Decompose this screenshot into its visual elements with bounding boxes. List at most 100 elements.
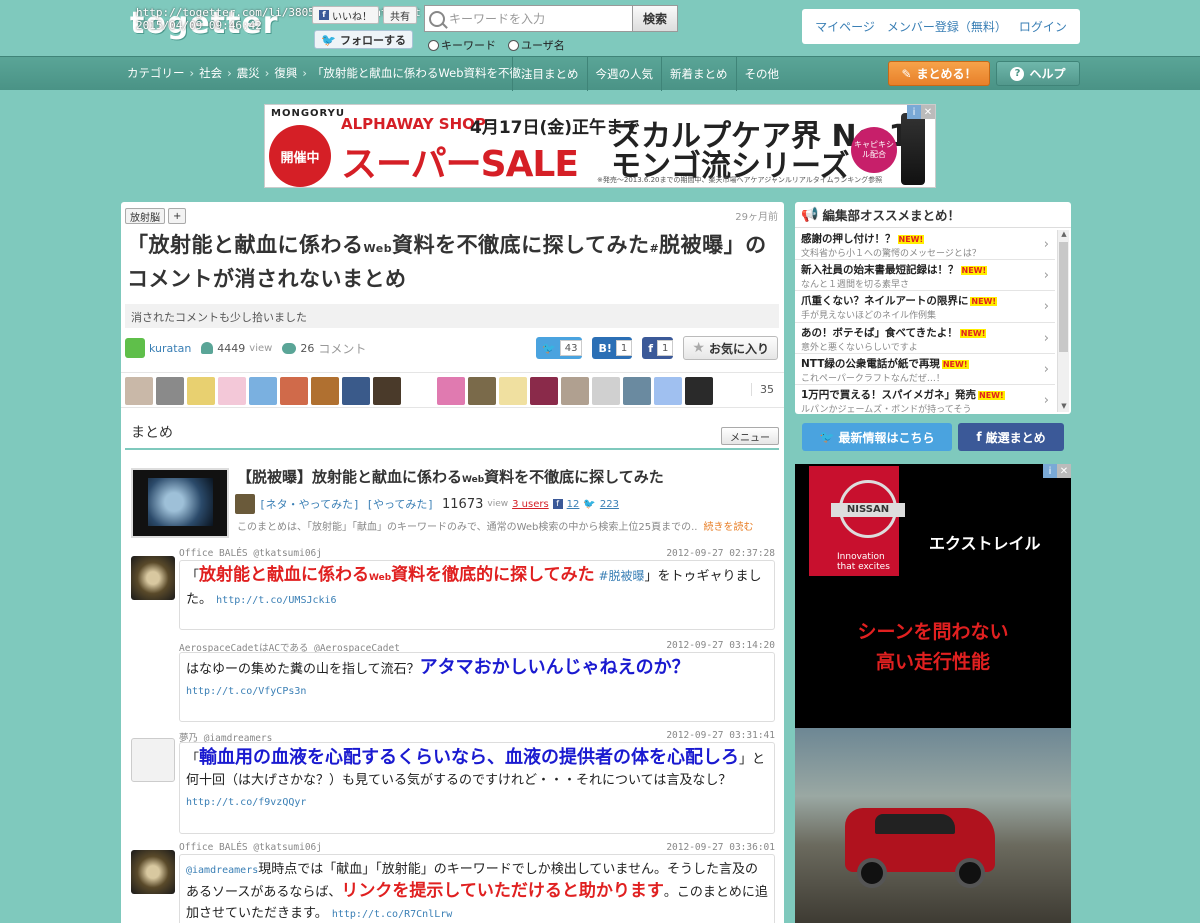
pencil-icon: ✎	[901, 66, 912, 81]
fav-user-avatar[interactable]	[685, 377, 713, 405]
tweet-mention[interactable]: @iamdreamers	[186, 865, 258, 876]
star-icon: ★	[692, 340, 705, 356]
sidebar-social-buttons: 🐦 最新情報はこちら f 厳選まとめ	[802, 423, 1064, 451]
reco-item[interactable]: 新入社員の始末書最短記録は！？ NEW! なんと１週間を切る素早さ ›	[795, 260, 1055, 292]
reco-item[interactable]: 感謝の押し付け！？ NEW! 文科省から小１への驚愕のメッセージとは？ ›	[795, 229, 1055, 261]
new-badge: NEW!	[978, 390, 1005, 400]
tweet-user[interactable]: Office BALÉS @tkatsumi06j	[179, 548, 322, 559]
fav-user-avatar[interactable]	[373, 377, 401, 405]
share-buttons: 🐦 43 B! 1 f1 ★ お気に入り	[536, 336, 778, 360]
fb-share-button[interactable]: 共有	[383, 6, 417, 24]
radio-keyword[interactable]: キーワード	[428, 37, 496, 53]
help-button[interactable]: ? ヘルプ	[996, 61, 1080, 86]
scroll-thumb[interactable]	[1059, 242, 1068, 352]
hatena-icon: B!	[598, 341, 612, 355]
fav-user-avatar[interactable]	[280, 377, 308, 405]
fav-user-avatar[interactable]	[468, 377, 496, 405]
fav-user-avatar[interactable]	[654, 377, 682, 405]
tweet-link[interactable]: http://t.co/f9vzQQyr	[186, 797, 306, 808]
scroll-down-icon[interactable]: ▼	[1058, 402, 1070, 412]
fav-user-avatar[interactable]	[623, 377, 651, 405]
fav-user-avatar[interactable]	[156, 377, 184, 405]
matome-users[interactable]: 3 users	[512, 499, 549, 510]
fav-user-avatar[interactable]	[311, 377, 339, 405]
tweet-user[interactable]: Office BALÉS @tkatsumi06j	[179, 842, 322, 853]
ad-choices[interactable]: i ✕	[1043, 464, 1071, 478]
matome-thumbnail	[131, 468, 229, 538]
tweet-time[interactable]: 2012-09-27 03:36:01	[666, 842, 775, 853]
chevron-right-icon: ›	[1043, 330, 1049, 346]
matome-tags[interactable]: [ネタ・やってみた] [やってみた]	[259, 496, 434, 512]
tweet-avatar[interactable]	[131, 556, 175, 600]
tweet-time[interactable]: 2012-09-27 02:37:28	[666, 548, 775, 559]
breadcrumb-society[interactable]: 社会	[199, 65, 222, 81]
fav-user-avatar[interactable]	[561, 377, 589, 405]
ad-shop: ALPHAWAY SHOP	[341, 115, 486, 133]
author-name[interactable]: kuratan	[149, 342, 191, 355]
menu-button[interactable]: メニュー	[721, 427, 779, 445]
author-avatar[interactable]	[125, 338, 145, 358]
nav-featured[interactable]: 注目まとめ	[512, 57, 587, 91]
breadcrumb-disaster[interactable]: 震災	[237, 65, 260, 81]
ad-badge: キャピキシル配合	[851, 127, 897, 173]
article-description: 消されたコメントも少し拾いました	[125, 304, 779, 328]
section-header: まとめ メニュー	[125, 418, 779, 450]
nav-other[interactable]: その他	[735, 57, 788, 91]
reco-scrollbar[interactable]: ▲ ▼	[1057, 230, 1069, 412]
facebook-curated-button[interactable]: f 厳選まとめ	[958, 423, 1064, 451]
nav-weekly-popular[interactable]: 今週の人気	[586, 57, 662, 91]
related-matome-card[interactable]: 【脱被曝】放射能と献血に係わるWeb資料を不徹底に探してみた [ネタ・やってみた…	[127, 466, 775, 538]
add-tag-button[interactable]: +	[168, 208, 187, 224]
chevron-right-icon: ›	[1043, 237, 1049, 252]
fav-user-avatar[interactable]	[530, 377, 558, 405]
fav-user-avatar[interactable]	[499, 377, 527, 405]
tweet-link[interactable]: http://t.co/UMSJcki6	[216, 595, 336, 606]
hatena-share-button[interactable]: B! 1	[592, 337, 633, 359]
article-meta: kuratan 4449 view 26 コメント	[125, 338, 366, 358]
tweet-share-button[interactable]: 🐦 43	[536, 337, 583, 359]
read-more-link[interactable]: 続きを読む	[703, 522, 753, 533]
reco-item[interactable]: 爪重くない？ネイルアートの限界に NEW! 手が見えないほどのネイル作例集 ›	[795, 291, 1055, 323]
favorite-button[interactable]: ★ お気に入り	[683, 336, 778, 360]
breadcrumb-current: 「放射能と献血に係わるWeb資料を不徹…	[311, 66, 533, 80]
twitter-latest-button[interactable]: 🐦 最新情報はこちら	[802, 423, 952, 451]
radio-username[interactable]: ユーザ名	[508, 37, 565, 53]
fb-like-button[interactable]: f いいね！	[312, 6, 379, 24]
banner-ad[interactable]: MONGORYU 開催中 ALPHAWAY SHOP 4月17日(金)正午まで …	[264, 104, 936, 188]
scroll-up-icon[interactable]: ▲	[1058, 230, 1070, 240]
search-button[interactable]: 検索	[632, 5, 678, 32]
fav-user-avatar[interactable]	[592, 377, 620, 405]
fav-user-avatar[interactable]	[342, 377, 370, 405]
fav-user-avatar[interactable]	[249, 377, 277, 405]
top-header: togetter http://togetter.com/li/380574?n…	[0, 0, 1200, 56]
chevron-right-icon: ›	[1043, 299, 1049, 315]
search-input[interactable]: キーワードを入力	[424, 5, 632, 32]
fav-user-avatar[interactable]	[125, 377, 153, 405]
fav-user-avatar[interactable]	[218, 377, 246, 405]
reco-item[interactable]: 1万円で買える！スパイメガネ」発売 NEW! ルパンかジェームズ・ボンドが持ってそう…	[795, 385, 1055, 414]
breadcrumb-recovery[interactable]: 復興	[274, 65, 297, 81]
favorite-count[interactable]: 35	[751, 383, 774, 396]
login-link[interactable]: ログイン	[1019, 18, 1067, 35]
tweet-link[interactable]: http://t.co/VfyCPs3n	[186, 686, 306, 697]
side-ad[interactable]: NISSAN Innovation that excites エクストレイル シー…	[795, 464, 1071, 923]
twitter-follow-button[interactable]: 🐦 フォローする	[314, 30, 413, 49]
mypage-link[interactable]: マイページ	[815, 18, 875, 35]
ad-fineprint: ※発売～2013.6.20までの期間中、楽天市場ヘアケアジャンルリアルタイムラン…	[597, 176, 883, 184]
tweet-avatar[interactable]	[131, 850, 175, 894]
fav-user-avatar[interactable]	[437, 377, 465, 405]
nav-new[interactable]: 新着まとめ	[661, 57, 736, 91]
tag-item[interactable]: 放射脳	[125, 208, 165, 224]
facebook-share-button[interactable]: f1	[642, 337, 674, 359]
favorite-users: 35	[121, 372, 784, 408]
tweet-link[interactable]: http://t.co/R7CnlLrw	[332, 909, 452, 920]
create-matome-button[interactable]: ✎ まとめる！	[888, 61, 990, 86]
tweet-avatar[interactable]	[131, 738, 175, 782]
fav-user-avatar[interactable]	[187, 377, 215, 405]
register-link[interactable]: メンバー登録（無料）	[887, 18, 1007, 35]
reco-item[interactable]: NTT緑の公衆電話が紙で再現 NEW! これペーパークラフトなんだぜ…！ ›	[795, 354, 1055, 385]
matome-title[interactable]: 【脱被曝】放射能と献血に係わるWeb資料を不徹底に探してみた	[237, 466, 664, 487]
reco-item[interactable]: あの！ボテそば」食べてきたよ！ NEW! 意外と悪くないらしいですよ ›	[795, 323, 1055, 354]
ad-choices[interactable]: i ✕	[907, 105, 935, 119]
breadcrumb-category[interactable]: カテゴリー	[127, 65, 185, 81]
